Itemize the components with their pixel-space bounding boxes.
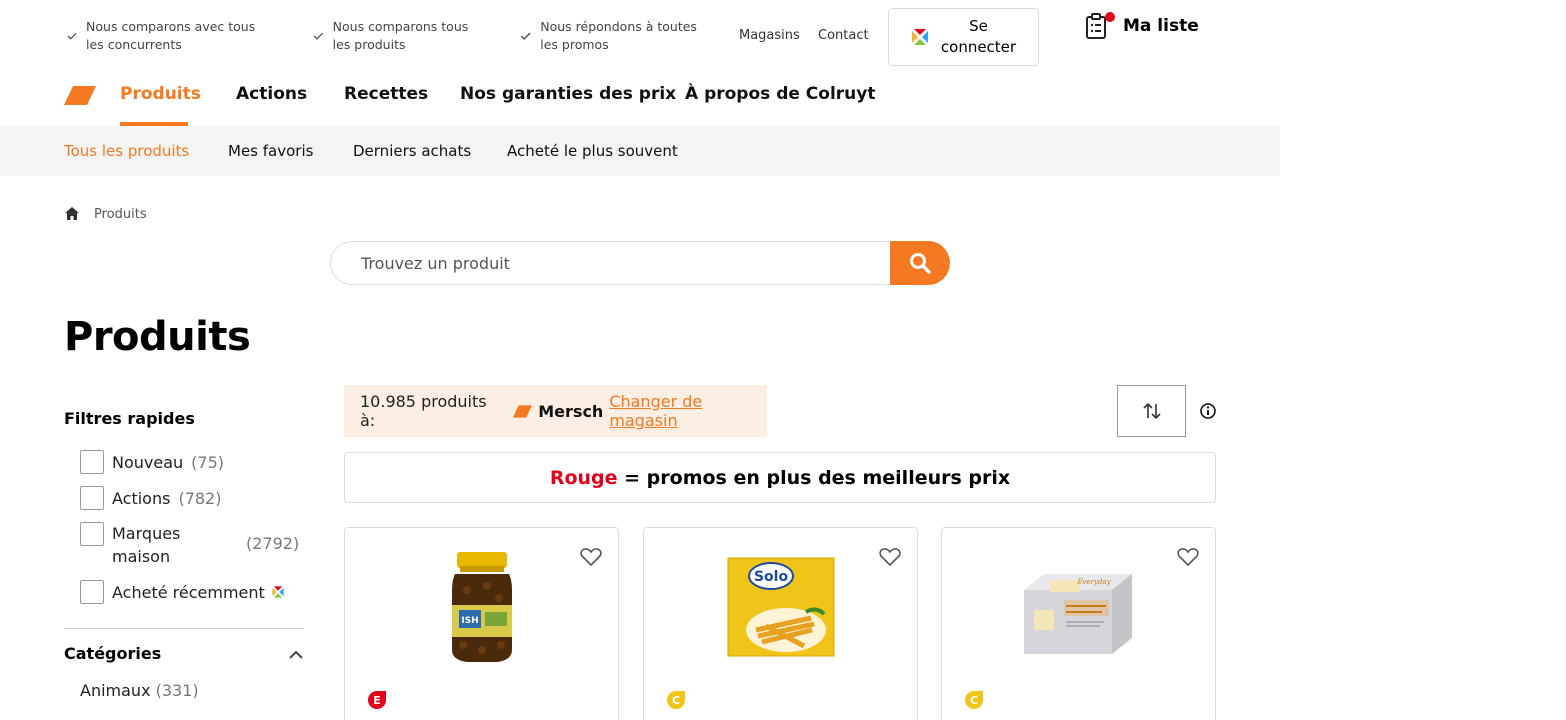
search-input[interactable] bbox=[330, 241, 910, 285]
promo-banner: Rouge = promos en plus des meilleurs pri… bbox=[344, 452, 1216, 503]
filter-count: (782) bbox=[178, 488, 222, 508]
everyday-butter-image: Everyday bbox=[1023, 574, 1132, 654]
login-label: Se connecter bbox=[940, 17, 1017, 56]
usp-compare-products: Nous comparons tous les produits bbox=[312, 18, 482, 54]
svg-text:ISH: ISH bbox=[461, 616, 478, 626]
category-animals[interactable]: Animaux (331) bbox=[80, 681, 199, 700]
solo-box-image: Solo bbox=[727, 557, 834, 657]
promo-text: = promos en plus des meilleurs prix bbox=[617, 466, 1011, 489]
product-count: 10.985 produits à: bbox=[360, 392, 487, 430]
svg-text:Solo: Solo bbox=[753, 569, 788, 585]
quick-filters-title: Filtres rapides bbox=[64, 409, 195, 428]
login-button[interactable]: Se connecter bbox=[888, 8, 1039, 66]
filter-count: (2792) bbox=[246, 534, 300, 553]
colruyt-logo-small bbox=[513, 404, 533, 418]
checkbox[interactable] bbox=[80, 522, 104, 546]
breadcrumb-current: Produits bbox=[94, 207, 147, 222]
C-label-icon: C bbox=[965, 691, 983, 709]
usp-promos: Nous répondons à toutes les promos bbox=[519, 18, 709, 54]
filters-divider bbox=[64, 628, 304, 629]
subnav-most-bought[interactable]: Acheté le plus souvent bbox=[507, 142, 678, 160]
contact-link[interactable]: Contact bbox=[818, 28, 869, 43]
usp-compare-competitors: Nous comparons avec tous les concurrents bbox=[66, 18, 266, 54]
check-icon bbox=[67, 32, 77, 40]
product-card[interactable]: ISH E bbox=[344, 527, 619, 720]
filter-label: Marques maison bbox=[112, 524, 181, 566]
my-list-label: Ma liste bbox=[1123, 16, 1199, 36]
colruyt-logo[interactable] bbox=[64, 86, 96, 105]
change-store-link[interactable]: Changer de magasin bbox=[609, 392, 767, 430]
capers-jar-image: ISH bbox=[451, 552, 512, 662]
xtra-logo-icon bbox=[272, 586, 284, 598]
nav-about[interactable]: À propos de Colruyt bbox=[685, 84, 876, 104]
filter-label: Nouveau bbox=[112, 452, 184, 472]
sort-button[interactable] bbox=[1117, 385, 1186, 437]
filter-recently-bought[interactable]: Acheté récemment bbox=[80, 580, 285, 604]
checkbox[interactable] bbox=[80, 486, 104, 510]
search-bar bbox=[330, 241, 950, 285]
home-icon[interactable] bbox=[64, 206, 80, 221]
E-label-icon: E bbox=[368, 691, 386, 709]
usp-text: Nous comparons tous les produits bbox=[332, 19, 469, 52]
xtra-logo-icon bbox=[911, 29, 928, 45]
svg-text:E: E bbox=[373, 694, 381, 707]
usp-text: Nous répondons à toutes les promos bbox=[540, 19, 697, 52]
category-label: Animaux bbox=[80, 681, 151, 700]
svg-text:C: C bbox=[672, 694, 680, 707]
check-icon bbox=[313, 32, 324, 40]
category-count: (331) bbox=[155, 681, 199, 700]
chevron-up-icon[interactable] bbox=[288, 648, 304, 660]
filter-new[interactable]: Nouveau (75) bbox=[80, 450, 224, 474]
svg-text:C: C bbox=[970, 694, 978, 707]
my-list-button[interactable]: Ma liste bbox=[1085, 12, 1199, 40]
filter-count: (75) bbox=[191, 452, 224, 472]
heart-icon[interactable] bbox=[580, 547, 602, 567]
info-icon[interactable] bbox=[1200, 403, 1216, 419]
product-card[interactable]: Solo C bbox=[643, 527, 918, 720]
stores-link[interactable]: Magasins bbox=[739, 28, 800, 43]
search-icon bbox=[910, 253, 931, 274]
page-title: Produits bbox=[64, 314, 251, 360]
notification-dot bbox=[1105, 12, 1115, 22]
subnav-favorites[interactable]: Mes favoris bbox=[228, 142, 313, 160]
C-label-icon: C bbox=[667, 691, 685, 709]
filter-actions[interactable]: Actions (782) bbox=[80, 486, 221, 510]
search-button[interactable] bbox=[890, 241, 950, 285]
subnav-all-products[interactable]: Tous les produits bbox=[64, 142, 189, 160]
sort-arrows-icon bbox=[1142, 402, 1161, 420]
filter-label: Acheté récemment bbox=[112, 582, 265, 602]
clipboard-list-icon bbox=[1085, 12, 1115, 40]
nav-products[interactable]: Produits bbox=[120, 84, 201, 104]
checkbox[interactable] bbox=[80, 450, 104, 474]
filter-label: Actions bbox=[112, 488, 171, 508]
nav-actions[interactable]: Actions bbox=[236, 84, 307, 104]
promo-red-word: Rouge bbox=[549, 466, 618, 489]
store-name: Mersch bbox=[538, 401, 604, 421]
subnav-last-purchases[interactable]: Derniers achats bbox=[353, 142, 471, 160]
nav-price-guarantees[interactable]: Nos garanties des prix bbox=[460, 84, 676, 104]
categories-title[interactable]: Catégories bbox=[64, 644, 161, 663]
product-card[interactable]: Everyday C bbox=[941, 527, 1216, 720]
nav-recipes[interactable]: Recettes bbox=[344, 84, 428, 104]
store-info-bar: 10.985 produits à: Mersch Changer de mag… bbox=[344, 385, 767, 437]
svg-text:Everyday: Everyday bbox=[1076, 578, 1111, 586]
checkbox[interactable] bbox=[80, 580, 104, 604]
heart-icon[interactable] bbox=[1177, 547, 1199, 567]
usp-text: Nous comparons avec tous les concurrents bbox=[86, 19, 256, 52]
check-icon bbox=[520, 32, 531, 40]
heart-icon[interactable] bbox=[879, 547, 901, 567]
